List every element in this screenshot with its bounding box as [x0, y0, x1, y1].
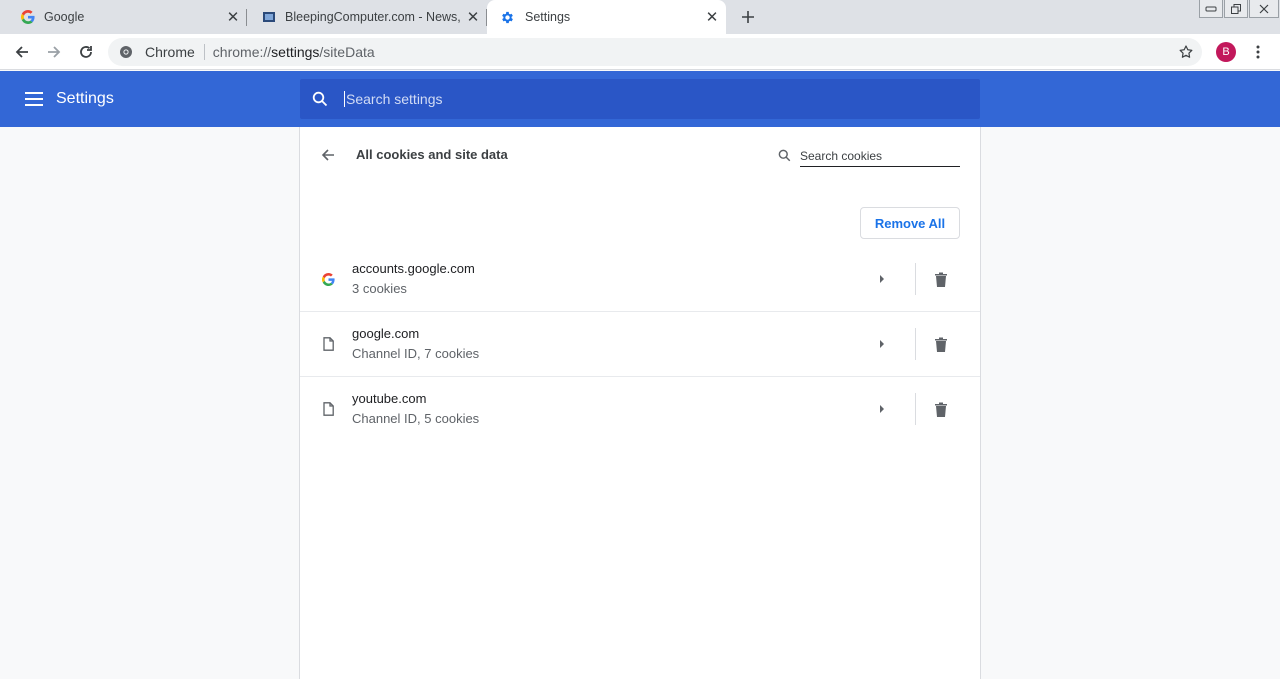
close-icon[interactable]: ✕ [463, 7, 483, 27]
google-g-icon [20, 9, 36, 25]
row-divider [915, 393, 916, 425]
arrow-right-icon [48, 46, 61, 58]
minimize-button[interactable] [1199, 0, 1223, 18]
trash-icon[interactable] [931, 399, 951, 419]
expand-arrow-icon[interactable] [872, 399, 892, 419]
remove-all-button[interactable]: Remove All [860, 207, 960, 239]
search-icon [312, 89, 332, 109]
tab-title: Google [44, 10, 85, 24]
page-back-button[interactable] [318, 145, 338, 165]
settings-header: Settings [0, 71, 1280, 127]
url-host: settings [271, 44, 320, 60]
site-name: youtube.com [352, 391, 427, 406]
settings-title: Settings [56, 90, 114, 107]
site-detail: Channel ID, 5 cookies [352, 411, 480, 426]
bookmark-star-button[interactable] [1174, 40, 1198, 64]
file-icon [320, 336, 336, 352]
address-divider [203, 44, 205, 60]
reload-button[interactable] [74, 40, 98, 64]
url-scheme: chrome:// [212, 44, 272, 60]
minimize-icon [1205, 6, 1217, 11]
reload-icon [80, 46, 92, 58]
tab-title: BleepingComputer.com - News, R [285, 10, 463, 24]
close-icon[interactable]: ✕ [702, 7, 722, 27]
close-icon[interactable]: ✕ [223, 7, 243, 27]
cookie-search[interactable] [778, 143, 961, 167]
browser-menu-button[interactable] [1246, 40, 1270, 64]
back-button[interactable] [10, 40, 34, 64]
row-divider [915, 328, 916, 360]
plus-icon [742, 11, 754, 23]
list-item[interactable]: google.com Channel ID, 7 cookies [300, 312, 980, 377]
site-detail: 3 cookies [352, 281, 407, 296]
arrow-left-icon [321, 149, 334, 161]
tab-bleepingcomputer[interactable]: BleepingComputer.com - News, R ✕ [247, 0, 487, 34]
main-menu-button[interactable] [22, 87, 46, 111]
avatar[interactable]: B [1216, 42, 1236, 62]
tab-settings[interactable]: Settings ✕ [487, 0, 726, 34]
hamburger-icon [25, 92, 43, 106]
window-controls [1199, 0, 1280, 20]
new-tab-button[interactable] [736, 5, 760, 29]
search-icon [778, 148, 792, 162]
cookie-search-input[interactable] [800, 143, 960, 167]
more-vert-icon [1256, 45, 1260, 59]
list-item[interactable]: accounts.google.com 3 cookies [300, 247, 980, 312]
row-divider [915, 263, 916, 295]
expand-arrow-icon[interactable] [872, 269, 892, 289]
file-icon [320, 401, 336, 417]
site-data-card: All cookies and site data Remove All acc… [299, 127, 981, 679]
tab-google[interactable]: Google ✕ [0, 0, 247, 34]
site-list: accounts.google.com 3 cookies google.com… [300, 247, 980, 442]
browser-toolbar: Chrome chrome://settings/siteData B [0, 34, 1280, 70]
bleepingcomputer-icon [261, 9, 277, 25]
site-detail: Channel ID, 7 cookies [352, 346, 480, 361]
chrome-chip-label: Chrome [145, 44, 195, 60]
trash-icon[interactable] [931, 269, 951, 289]
list-item[interactable]: youtube.com Channel ID, 5 cookies [300, 377, 980, 442]
restore-button[interactable] [1224, 0, 1248, 18]
gear-icon [499, 9, 515, 25]
chrome-icon [119, 44, 135, 60]
tab-title: Settings [525, 10, 571, 24]
close-window-button[interactable] [1249, 0, 1279, 18]
site-name: google.com [352, 326, 420, 341]
forward-button[interactable] [42, 40, 66, 64]
settings-search-input[interactable] [344, 91, 980, 107]
url-path: /siteData [319, 44, 375, 60]
settings-search[interactable] [300, 79, 980, 119]
star-icon [1179, 45, 1193, 58]
tab-strip: Google ✕ BleepingComputer.com - News, R … [0, 0, 1280, 34]
google-g-icon [320, 271, 336, 287]
site-name: accounts.google.com [352, 261, 475, 276]
trash-icon[interactable] [931, 334, 951, 354]
arrow-left-icon [15, 46, 28, 58]
address-bar[interactable]: Chrome chrome://settings/siteData [108, 38, 1202, 66]
close-icon [1259, 4, 1269, 13]
expand-arrow-icon[interactable] [872, 334, 892, 354]
page-title: All cookies and site data [356, 147, 508, 162]
restore-icon [1231, 3, 1241, 14]
